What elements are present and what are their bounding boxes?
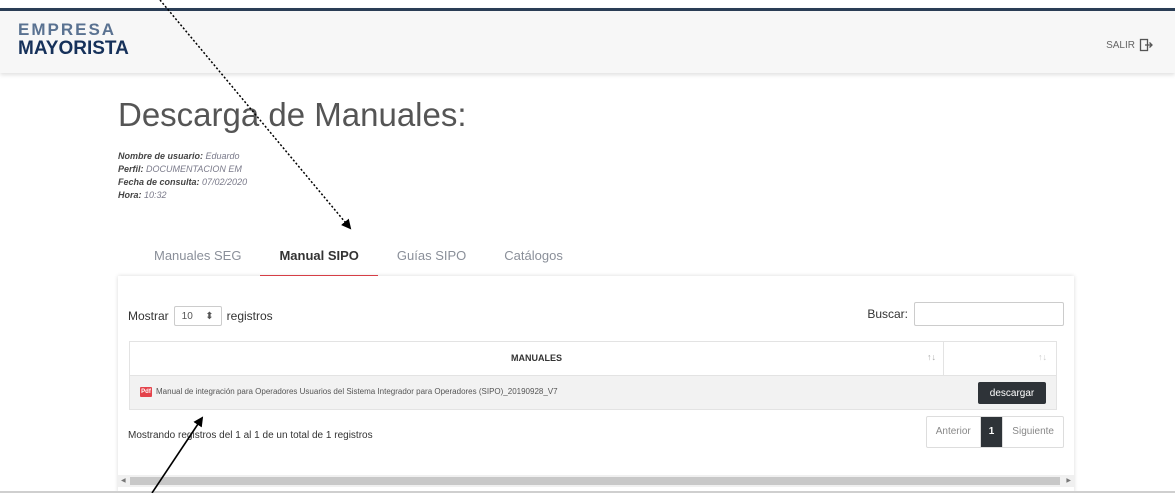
manual-title: Manual de integración para Operadores Us… <box>156 387 558 396</box>
profile-value: DOCUMENTACION EM <box>143 164 242 174</box>
manual-tabs: Manuales SEG Manual SIPO Guías SIPO Catá… <box>135 242 582 277</box>
user-name-label: Nombre de usuario: <box>118 151 204 161</box>
previous-button[interactable]: Anterior <box>927 417 980 447</box>
search-label: Buscar: <box>867 307 908 321</box>
table-info: Mostrando registros del 1 al 1 de un tot… <box>128 430 373 441</box>
pagination: Anterior 1 Siguiente <box>925 416 1064 448</box>
table-row: Pdf Manual de integración para Operadore… <box>130 376 1056 409</box>
user-name-line: Nombre de usuario: Eduardo <box>118 150 247 163</box>
profile-label: Perfil: <box>118 164 144 174</box>
logo-bottom-text: MAYORISTA <box>18 38 129 59</box>
select-arrows-icon: ⬍ <box>205 310 214 322</box>
user-info: Nombre de usuario: Eduardo Perfil: DOCUM… <box>118 150 247 202</box>
top-border <box>0 0 1175 2</box>
search-input[interactable] <box>914 302 1064 326</box>
page-1-button[interactable]: 1 <box>979 417 1003 447</box>
pdf-icon: Pdf <box>140 387 152 397</box>
page-length-control: Mostrar 10 ⬍ registros <box>128 306 273 326</box>
table-header: MANUALES ↑↓ ↑↓ <box>130 342 1056 376</box>
sort-icon[interactable]: ↑↓ <box>1038 352 1047 362</box>
date-value: 07/02/2020 <box>199 177 248 187</box>
tab-guias-sipo[interactable]: Guías SIPO <box>378 242 485 275</box>
logout-button[interactable]: SALIR <box>1106 38 1153 52</box>
next-button[interactable]: Siguiente <box>1002 417 1063 447</box>
horizontal-scrollbar[interactable]: ◀ ▶ <box>118 475 1074 487</box>
logo-top-text: EMPRESA <box>18 20 117 39</box>
app-header: EMPRESA MAYORISTA SALIR <box>0 8 1175 73</box>
date-label: Fecha de consulta: <box>118 177 200 187</box>
user-name-value: Eduardo <box>203 151 240 161</box>
scrollbar-thumb[interactable] <box>130 477 1060 485</box>
company-logo: EMPRESA MAYORISTA <box>18 21 129 58</box>
profile-line: Perfil: DOCUMENTACION EM <box>118 163 247 176</box>
tab-manual-sipo[interactable]: Manual SIPO <box>260 242 378 277</box>
date-line: Fecha de consulta: 07/02/2020 <box>118 176 247 189</box>
time-value: 10:32 <box>141 190 167 200</box>
time-label: Hora: <box>118 190 142 200</box>
logout-label: SALIR <box>1106 39 1135 51</box>
logout-icon <box>1139 38 1153 52</box>
tab-catalogos[interactable]: Catálogos <box>485 242 582 275</box>
tab-manuales-seg[interactable]: Manuales SEG <box>135 242 260 275</box>
manuals-table: MANUALES ↑↓ ↑↓ Pdf Manual de integración… <box>129 341 1057 410</box>
manuals-panel: Mostrar 10 ⬍ registros Buscar: MANUALES … <box>118 276 1074 493</box>
page-title: Descarga de Manuales: <box>118 96 467 133</box>
scroll-left-icon[interactable]: ◀ <box>121 477 126 484</box>
page-length-value: 10 <box>181 310 193 322</box>
sort-icon[interactable]: ↑↓ <box>927 352 936 362</box>
show-label: Mostrar <box>128 309 169 323</box>
page-length-select[interactable]: 10 ⬍ <box>173 306 222 326</box>
scroll-right-icon[interactable]: ▶ <box>1066 477 1071 484</box>
records-label: registros <box>226 309 273 323</box>
column-header-label: MANUALES <box>511 353 562 363</box>
time-line: Hora: 10:32 <box>118 189 247 202</box>
download-button[interactable]: descargar <box>978 382 1046 404</box>
column-header-manuales[interactable]: MANUALES <box>130 342 944 375</box>
table-search: Buscar: <box>867 302 1064 326</box>
